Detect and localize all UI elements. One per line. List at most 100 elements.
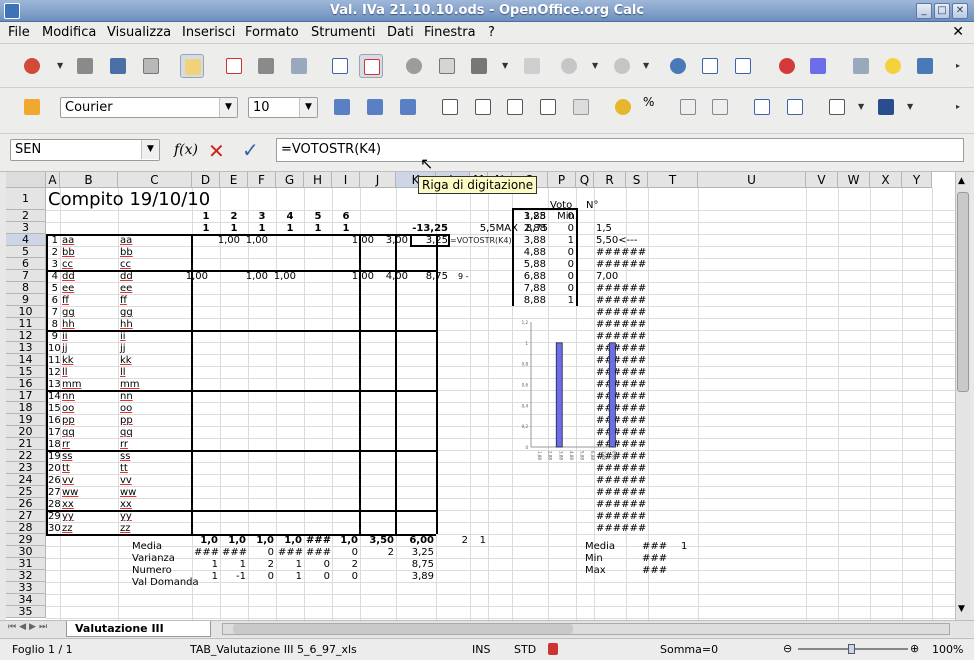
standard-format-icon[interactable] bbox=[676, 95, 700, 119]
borders-icon[interactable] bbox=[825, 95, 849, 119]
student-number[interactable]: 10 bbox=[48, 343, 61, 355]
student-number[interactable]: 27 bbox=[48, 487, 61, 499]
student-number[interactable]: 19 bbox=[48, 451, 61, 463]
status-page-style[interactable]: TAB_Valutazione III 5_6_97_xls bbox=[190, 643, 357, 656]
student-name[interactable]: qq bbox=[62, 427, 116, 439]
stat-varianza[interactable]: ### bbox=[278, 547, 303, 559]
sheet-title[interactable]: Compito 19/10/10 bbox=[48, 189, 210, 211]
column-r-value[interactable]: ###### bbox=[596, 511, 646, 523]
function-wizard-icon[interactable]: f(x) bbox=[174, 142, 198, 158]
borders-dropdown-icon[interactable]: ▼ bbox=[858, 95, 866, 119]
cell-j7[interactable]: 4,00 bbox=[374, 271, 408, 283]
voto-count[interactable]: 1 bbox=[550, 235, 574, 247]
menu-inserisci[interactable]: Inserisci bbox=[182, 25, 235, 40]
stat-numero[interactable]: 8,75 bbox=[398, 559, 434, 571]
stat-valdomanda[interactable]: 1 bbox=[194, 571, 218, 583]
voto-value[interactable]: 4,88 bbox=[514, 247, 546, 259]
right-label-min[interactable]: Min bbox=[585, 553, 603, 565]
formula-input[interactable]: =VOTOSTR(K4) bbox=[276, 138, 964, 162]
student-number[interactable]: 6 bbox=[48, 295, 58, 307]
student-number[interactable]: 29 bbox=[48, 511, 61, 523]
student-number[interactable]: 26 bbox=[48, 475, 61, 487]
student-name-copy[interactable]: ss bbox=[120, 451, 190, 463]
format-toolbar-more-icon[interactable]: ▸ bbox=[956, 95, 964, 119]
student-name-copy[interactable]: vv bbox=[120, 475, 190, 487]
stat-media[interactable]: 1,0 bbox=[194, 535, 218, 547]
vertical-scroll-thumb[interactable] bbox=[957, 192, 969, 392]
student-name[interactable]: aa bbox=[62, 235, 116, 247]
justify-icon[interactable] bbox=[536, 95, 560, 119]
cell-i7[interactable]: 1,00 bbox=[342, 271, 374, 283]
stat-numero[interactable]: 2 bbox=[334, 559, 358, 571]
font-name-dropdown-icon[interactable]: ▼ bbox=[219, 98, 237, 117]
background-color-dropdown-icon[interactable]: ▼ bbox=[907, 95, 915, 119]
stat-media[interactable]: 1,0 bbox=[250, 535, 274, 547]
student-number[interactable]: 17 bbox=[48, 427, 61, 439]
column-r-value[interactable]: ###### bbox=[596, 295, 646, 307]
question-number[interactable]: 1 bbox=[194, 211, 218, 223]
student-number[interactable]: 20 bbox=[48, 463, 61, 475]
align-right-icon[interactable] bbox=[503, 95, 527, 119]
stat-varianza[interactable]: ### bbox=[194, 547, 219, 559]
minimize-button[interactable]: _ bbox=[916, 3, 932, 19]
column-header-b[interactable]: B bbox=[60, 172, 118, 188]
student-name-copy[interactable]: ll bbox=[120, 367, 190, 379]
voto-value[interactable]: 6,88 bbox=[514, 271, 546, 283]
stat-valdomanda[interactable]: -1 bbox=[222, 571, 246, 583]
column-r-value[interactable]: ###### bbox=[596, 283, 646, 295]
student-name-copy[interactable]: gg bbox=[120, 307, 190, 319]
zoom-slider-handle[interactable] bbox=[848, 644, 855, 654]
column-header-d[interactable]: D bbox=[192, 172, 220, 188]
stat-valdomanda[interactable]: 0 bbox=[334, 571, 358, 583]
stat-numero[interactable]: 1 bbox=[194, 559, 218, 571]
student-name[interactable]: tt bbox=[62, 463, 116, 475]
sort-ascending-icon[interactable] bbox=[698, 54, 722, 78]
question-number[interactable]: 3 bbox=[250, 211, 274, 223]
right-label-media[interactable]: Media bbox=[585, 541, 615, 553]
student-name-copy[interactable]: ff bbox=[120, 295, 190, 307]
voto-count[interactable]: 0 bbox=[550, 259, 574, 271]
stats-label-numero[interactable]: Numero bbox=[132, 565, 172, 577]
voto-count[interactable]: 0 bbox=[550, 223, 574, 235]
menu-formato[interactable]: Formato bbox=[245, 25, 299, 40]
student-name-copy[interactable]: ii bbox=[120, 331, 190, 343]
status-insert-mode[interactable]: INS bbox=[472, 643, 490, 656]
merge-cells-icon[interactable] bbox=[569, 95, 593, 119]
undo-icon[interactable] bbox=[557, 54, 581, 78]
maximize-button[interactable]: □ bbox=[934, 3, 950, 19]
column-header-v[interactable]: V bbox=[806, 172, 838, 188]
menu-dati[interactable]: Dati bbox=[387, 25, 414, 40]
menu-modifica[interactable]: Modifica bbox=[42, 25, 96, 40]
new-document-icon[interactable] bbox=[20, 54, 44, 78]
stat-media[interactable]: 2 bbox=[438, 535, 468, 547]
decrease-indent-icon[interactable] bbox=[750, 95, 774, 119]
paste-icon[interactable] bbox=[467, 54, 491, 78]
column-header-i[interactable]: I bbox=[332, 172, 360, 188]
menu-visualizza[interactable]: Visualizza bbox=[107, 25, 171, 40]
right-label-max[interactable]: Max bbox=[585, 565, 606, 577]
voto-count[interactable]: 1 bbox=[550, 295, 574, 307]
menu-help[interactable]: ? bbox=[488, 25, 495, 40]
stat-varianza[interactable]: 2 bbox=[362, 547, 394, 559]
column-header-g[interactable]: G bbox=[276, 172, 304, 188]
print-preview-icon[interactable] bbox=[287, 54, 311, 78]
right-val-media[interactable]: ### bbox=[642, 541, 667, 553]
paste-dropdown-icon[interactable]: ▼ bbox=[502, 54, 510, 78]
right-val-max[interactable]: ### bbox=[642, 565, 667, 577]
undo-dropdown-icon[interactable]: ▼ bbox=[592, 54, 600, 78]
select-all-corner[interactable] bbox=[6, 172, 46, 188]
save-icon[interactable] bbox=[106, 54, 130, 78]
student-number[interactable]: 7 bbox=[48, 307, 58, 319]
edit-file-icon[interactable] bbox=[180, 54, 204, 78]
column-r-value[interactable]: ###### bbox=[596, 475, 646, 487]
stat-varianza[interactable]: 3,25 bbox=[398, 547, 434, 559]
stat-valdomanda[interactable]: 3,89 bbox=[398, 571, 434, 583]
auto-spellcheck-icon[interactable] bbox=[359, 54, 383, 78]
student-name[interactable]: pp bbox=[62, 415, 116, 427]
stat-media[interactable]: 3,50 bbox=[362, 535, 394, 547]
currency-format-icon[interactable] bbox=[611, 95, 635, 119]
student-name-copy[interactable]: aa bbox=[120, 235, 190, 247]
stat-valdomanda[interactable]: 0 bbox=[306, 571, 330, 583]
find-replace-icon[interactable] bbox=[849, 54, 873, 78]
question-number[interactable]: 2 bbox=[222, 211, 246, 223]
